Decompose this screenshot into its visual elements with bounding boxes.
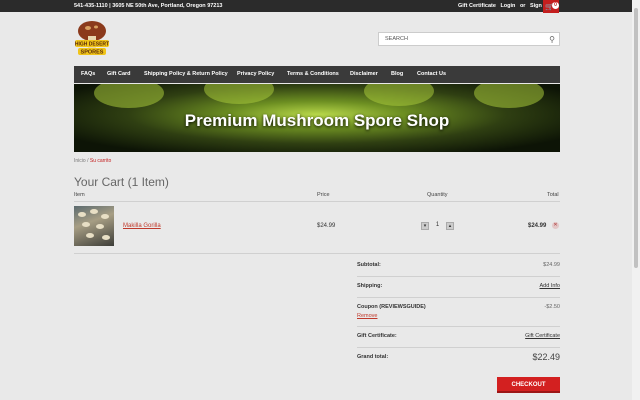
breadcrumb: Inicio / Su carrito bbox=[74, 158, 111, 164]
coupon-label: Coupon (REVIEWSGUIDE) bbox=[357, 304, 426, 310]
divider bbox=[74, 253, 560, 254]
nav-item-faqs[interactable]: FAQs bbox=[81, 71, 95, 77]
subtotal-value: $24.99 bbox=[543, 262, 560, 268]
quantity-input[interactable]: 1 bbox=[431, 222, 444, 230]
nav-item-contact-us[interactable]: Contact Us bbox=[417, 71, 446, 77]
banner-mushroom-cap bbox=[94, 84, 164, 108]
shipping-label: Shipping: bbox=[357, 283, 383, 289]
cart-count-badge: 0 bbox=[552, 2, 559, 9]
login-link[interactable]: Login bbox=[500, 3, 515, 9]
hero-banner: Premium Mushroom Spore Shop bbox=[74, 84, 560, 152]
nav-item-terms[interactable]: Terms & Conditions bbox=[287, 71, 339, 77]
store-logo[interactable]: HIGH DESERT SPORES bbox=[74, 18, 110, 58]
subtotal-label: Subtotal: bbox=[357, 262, 381, 268]
product-image[interactable] bbox=[74, 206, 114, 246]
divider bbox=[357, 276, 560, 277]
nav-item-gift-card[interactable]: Gift Card bbox=[107, 71, 131, 77]
banner-mushroom-cap bbox=[474, 84, 544, 108]
divider bbox=[357, 347, 560, 348]
gift-certificate-link[interactable]: Gift Certificate bbox=[458, 3, 496, 9]
banner-mushroom-cap bbox=[204, 84, 274, 104]
logo-text-line2: SPORES bbox=[81, 50, 104, 56]
breadcrumb-home[interactable]: Inicio bbox=[74, 158, 86, 164]
banner-title: Premium Mushroom Spore Shop bbox=[184, 111, 450, 130]
scrollbar-thumb[interactable] bbox=[634, 8, 638, 268]
grand-total-label: Grand total: bbox=[357, 354, 389, 360]
search-input[interactable]: SEARCH ⚲ bbox=[378, 32, 560, 46]
gift-certificate-label: Gift Certificate: bbox=[357, 333, 397, 339]
nav-item-shipping-policy[interactable]: Shipping Policy & Return Policy bbox=[144, 71, 228, 77]
coupon-remove-link[interactable]: Remove bbox=[357, 313, 377, 319]
nav-item-blog[interactable]: Blog bbox=[391, 71, 403, 77]
coupon-value: -$2.50 bbox=[544, 304, 560, 310]
search-placeholder: SEARCH bbox=[385, 36, 408, 42]
divider bbox=[74, 201, 560, 202]
account-links: Gift Certificate Login or Sign Up bbox=[458, 3, 554, 9]
page-title: Your Cart (1 Item) bbox=[74, 175, 169, 189]
gift-certificate-link[interactable]: Gift Certificate bbox=[525, 333, 560, 339]
quantity-increase-button[interactable]: ▴ bbox=[446, 222, 454, 230]
product-name-link[interactable]: Makilla Gorilla bbox=[123, 223, 161, 229]
page-scrollbar[interactable] bbox=[632, 0, 640, 400]
grand-total-value: $22.49 bbox=[532, 352, 560, 362]
divider bbox=[357, 326, 560, 327]
main-nav: FAQs Gift Card Shipping Policy & Return … bbox=[74, 66, 560, 83]
divider bbox=[357, 297, 560, 298]
store-contact-info: 541-435-1110 | 3605 NE 50th Ave, Portlan… bbox=[74, 3, 223, 9]
logo-text-line1: HIGH DESERT bbox=[75, 42, 109, 48]
nav-item-disclaimer[interactable]: Disclaimer bbox=[350, 71, 378, 77]
column-header-item: Item bbox=[74, 192, 85, 198]
row-total: $24.99 bbox=[528, 223, 547, 229]
column-header-total: Total bbox=[547, 192, 559, 198]
column-header-price: Price bbox=[317, 192, 330, 198]
shipping-add-info-link[interactable]: Add Info bbox=[540, 283, 561, 289]
checkout-button[interactable]: CHECKOUT bbox=[497, 377, 560, 393]
search-icon[interactable]: ⚲ bbox=[549, 35, 555, 44]
breadcrumb-current: Su carrito bbox=[89, 158, 112, 164]
banner-mushroom-cap bbox=[364, 84, 434, 106]
quantity-decrease-button[interactable]: ▾ bbox=[421, 222, 429, 230]
remove-item-icon[interactable]: ✕ bbox=[552, 222, 559, 229]
cart-button[interactable]: 🛒 0 bbox=[543, 0, 559, 13]
column-header-quantity: Quantity bbox=[427, 192, 448, 198]
nav-item-privacy-policy[interactable]: Privacy Policy bbox=[237, 71, 274, 77]
or-text: or bbox=[519, 3, 526, 9]
product-price: $24.99 bbox=[317, 223, 336, 229]
top-bar: 541-435-1110 | 3605 NE 50th Ave, Portlan… bbox=[0, 0, 632, 13]
